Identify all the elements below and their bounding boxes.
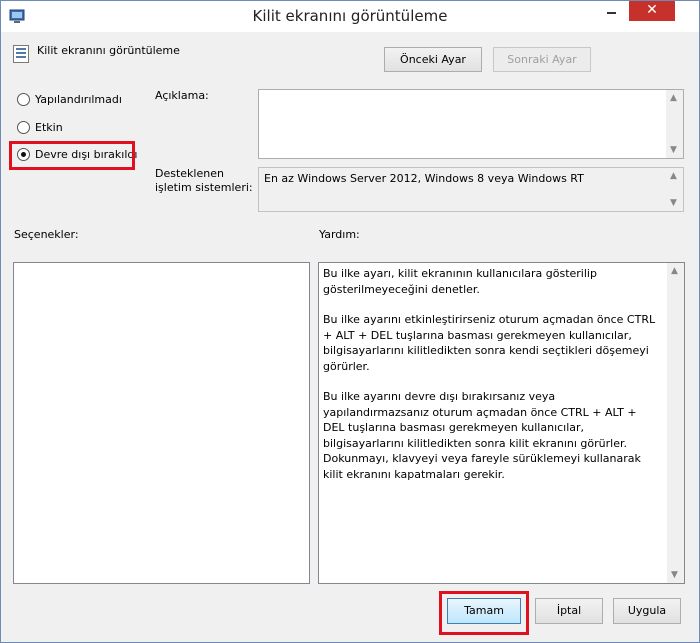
radio-circle[interactable] — [17, 93, 30, 106]
help-text: Bu ilke ayarı, kilit ekranının kullanıcı… — [323, 266, 661, 497]
help-paragraph: Bu ilke ayarını etkinleştirirseniz oturu… — [323, 313, 656, 373]
help-pane[interactable]: Bu ilke ayarı, kilit ekranının kullanıcı… — [318, 262, 685, 584]
highlight-box-disabled-option — [9, 141, 135, 170]
supported-label: Desteklenen işletim sistemleri: — [155, 167, 253, 195]
supported-os-text: En az Windows Server 2012, Windows 8 vey… — [264, 172, 584, 185]
minimize-button[interactable] — [602, 1, 624, 21]
previous-setting-button[interactable]: Önceki Ayar — [384, 47, 482, 72]
scroll-up-icon[interactable]: ▲ — [671, 266, 678, 276]
options-pane[interactable] — [13, 262, 310, 584]
radio-label: Etkin — [35, 121, 63, 134]
help-paragraph: Bu ilke ayarı, kilit ekranının kullanıcı… — [323, 267, 597, 296]
comment-textarea[interactable]: ▲ ▼ — [258, 89, 684, 159]
policy-title: Kilit ekranını görüntüleme — [37, 44, 180, 57]
comment-label: Açıklama: — [155, 89, 209, 102]
scroll-down-icon[interactable]: ▼ — [670, 198, 677, 208]
scroll-down-icon[interactable]: ▼ — [671, 570, 678, 580]
cancel-button[interactable]: İptal — [535, 598, 603, 624]
supported-label-line1: Desteklenen — [155, 167, 224, 180]
scroll-up-icon[interactable]: ▲ — [670, 93, 677, 103]
help-paragraph: Bu ilke ayarını devre dışı bırakırsanız … — [323, 390, 641, 481]
options-label: Seçenekler: — [14, 228, 79, 241]
close-button[interactable]: ✕ — [629, 1, 675, 21]
scroll-down-icon[interactable]: ▼ — [670, 145, 677, 155]
window-title: Kilit ekranını görüntüleme — [252, 7, 448, 25]
help-label: Yardım: — [319, 228, 360, 241]
next-setting-button[interactable]: Sonraki Ayar — [493, 47, 591, 72]
help-scrollbar[interactable]: ▲ ▼ — [667, 263, 684, 583]
dialog-window: Kilit ekranını görüntüleme ✕ Kilit ekran… — [0, 0, 700, 643]
highlight-box-ok-button — [439, 591, 529, 635]
supported-scrollbar[interactable]: ▲ ▼ — [666, 168, 683, 211]
scroll-up-icon[interactable]: ▲ — [670, 171, 677, 181]
comment-scrollbar[interactable]: ▲ ▼ — [666, 90, 683, 158]
radio-label: Yapılandırılmadı — [35, 93, 122, 106]
supported-label-line2: işletim sistemleri: — [155, 181, 253, 194]
supported-os-box[interactable]: En az Windows Server 2012, Windows 8 vey… — [258, 167, 684, 212]
apply-button[interactable]: Uygula — [613, 598, 681, 624]
title-bar[interactable]: Kilit ekranını görüntüleme ✕ — [1, 1, 699, 32]
policy-setting-icon — [13, 45, 29, 63]
dialog-body: Kilit ekranını görüntüleme Önceki Ayar S… — [1, 32, 699, 642]
radio-circle[interactable] — [17, 121, 30, 134]
